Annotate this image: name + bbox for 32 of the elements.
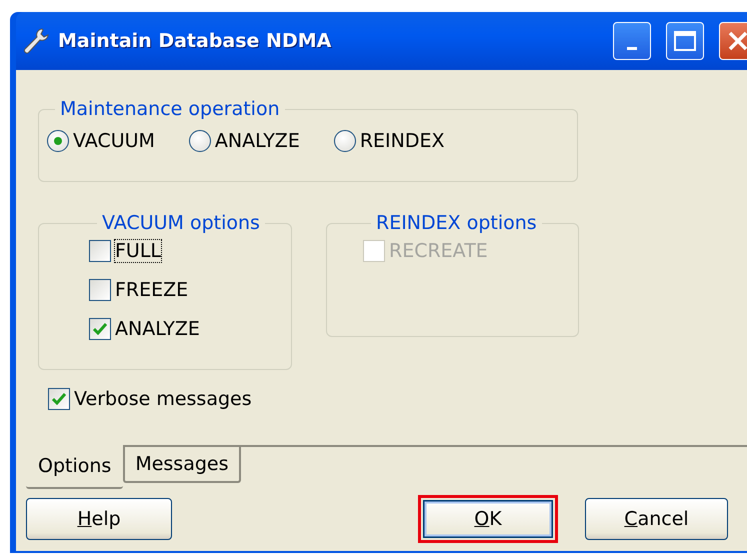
minimize-icon xyxy=(627,46,637,50)
maximize-button[interactable] xyxy=(666,22,704,60)
group-title: REINDEX options xyxy=(375,212,538,234)
checkbox-option[interactable]: Verbose messages xyxy=(48,388,252,410)
dialog-button[interactable]: Cancel xyxy=(585,498,728,540)
checkbox[interactable] xyxy=(89,318,111,340)
group-title: Maintenance operation xyxy=(59,98,281,120)
radio-option[interactable]: ANALYZE xyxy=(188,130,300,152)
checkbox-option[interactable]: FREEZE xyxy=(89,279,291,301)
tab[interactable]: Messages xyxy=(123,447,240,483)
group-title: VACUUM options xyxy=(101,212,261,234)
dialog-button[interactable]: OK xyxy=(418,495,558,543)
checkmark-icon xyxy=(52,393,66,405)
window-title: Maintain Database NDMA xyxy=(58,30,332,52)
radio-button[interactable] xyxy=(334,130,356,152)
radio-option[interactable]: VACUUM xyxy=(47,130,155,152)
tab[interactable]: Options xyxy=(26,445,124,489)
checkbox-option[interactable]: ANALYZE xyxy=(89,318,291,340)
radio-option[interactable]: REINDEX xyxy=(334,130,445,152)
dialog-button[interactable]: Help xyxy=(26,498,172,540)
maximize-icon xyxy=(673,30,697,52)
minimize-button[interactable] xyxy=(613,22,651,60)
checkbox[interactable] xyxy=(48,388,70,410)
close-icon xyxy=(726,29,747,53)
radio-button[interactable] xyxy=(47,130,69,152)
checkbox[interactable] xyxy=(89,279,111,301)
checkbox[interactable] xyxy=(89,240,111,262)
wrench-icon xyxy=(22,27,50,55)
checkmark-icon xyxy=(93,323,107,335)
close-button[interactable] xyxy=(719,22,747,60)
radio-button[interactable] xyxy=(188,130,211,152)
checkbox-option[interactable]: FULL xyxy=(89,240,291,262)
